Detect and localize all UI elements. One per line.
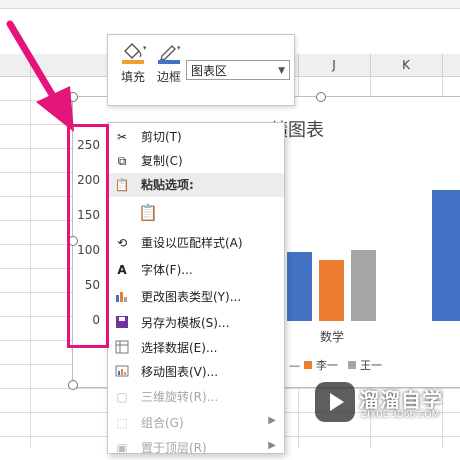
watermark-logo-icon — [315, 382, 355, 422]
watermark-title: 溜溜自学 — [359, 388, 443, 412]
watermark-url: ZIXUE.3D66.COM — [361, 410, 440, 420]
watermark: 溜溜自学 ZIXUE.3D66.COM — [315, 376, 455, 428]
